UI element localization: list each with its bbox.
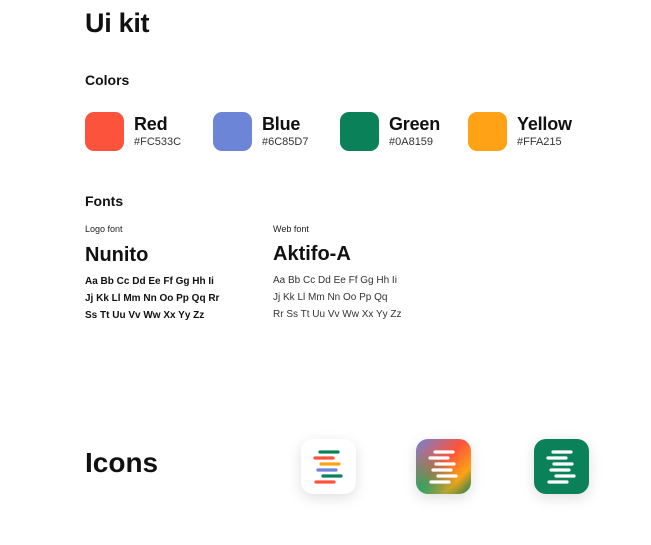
- logo-alphabet-line-1: Aa Bb Cc Dd Ee Ff Gg Hh Ii: [85, 276, 214, 287]
- colors-heading: Colors: [85, 72, 130, 88]
- app-logo-icon: [416, 439, 471, 494]
- web-alphabet-line-1: Aa Bb Cc Dd Ee Ff Gg Hh Ii: [273, 275, 397, 286]
- color-swatch-green: Green #0A8159: [340, 111, 440, 151]
- color-name: Yellow: [517, 113, 572, 134]
- icons-heading: Icons: [85, 447, 159, 478]
- color-hex: #FC533C: [134, 135, 182, 148]
- app-logo-icon: [301, 439, 356, 494]
- color-name: Blue: [262, 113, 301, 134]
- color-hex: #FFA215: [517, 135, 562, 148]
- logo-alphabet-line-2: Jj Kk Ll Mm Nn Oo Pp Qq Rr: [85, 293, 220, 304]
- color-name: Red: [134, 113, 168, 134]
- color-swatch-blue: Blue #6C85D7: [213, 111, 308, 151]
- color-hex: #0A8159: [389, 135, 434, 148]
- fonts-heading: Fonts: [85, 193, 124, 209]
- color-swatch-red: Red #FC533C: [85, 111, 181, 151]
- color-swatch-yellow: Yellow #FFA215: [468, 111, 572, 151]
- red-swatch: [85, 111, 124, 151]
- logo-font-name: Nunito: [85, 244, 149, 266]
- logo-font-label: Logo font: [85, 224, 123, 234]
- app-logo-icon: [534, 439, 589, 494]
- web-font-name: Aktifo-A: [273, 243, 351, 265]
- web-alphabet-line-3: Rr Ss Tt Uu Vv Ww Xx Yy Zz: [273, 309, 402, 320]
- page-title: Ui kit: [85, 8, 150, 38]
- yellow-swatch: [468, 111, 507, 151]
- web-alphabet-line-2: Jj Kk Ll Mm Nn Oo Pp Qq: [273, 292, 388, 303]
- color-name: Green: [389, 113, 441, 134]
- green-swatch: [340, 111, 379, 151]
- web-font-label: Web font: [273, 224, 309, 234]
- blue-swatch: [213, 111, 252, 151]
- color-hex: #6C85D7: [262, 135, 309, 148]
- logo-alphabet-line-3: Ss Tt Uu Vv Ww Xx Yy Zz: [85, 310, 205, 321]
